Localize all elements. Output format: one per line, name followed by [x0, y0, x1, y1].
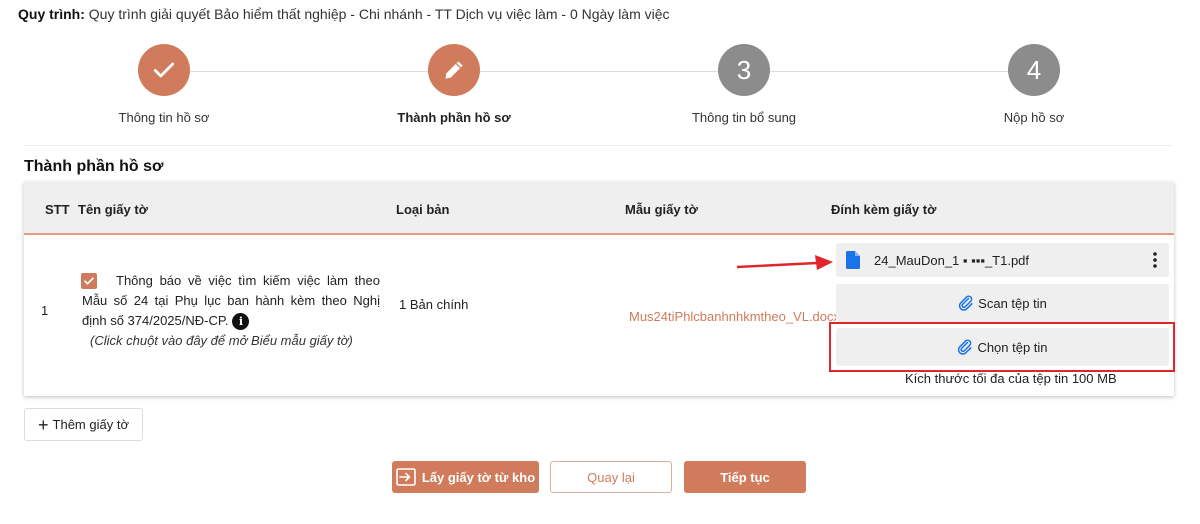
check-icon — [138, 44, 190, 96]
process-label: Quy trình: — [18, 6, 85, 22]
col-stt: STT — [45, 202, 70, 217]
annotation-arrow-icon — [736, 255, 833, 270]
next-label: Tiếp tục — [720, 469, 770, 485]
col-name: Tên giấy tờ — [78, 202, 148, 217]
divider — [24, 145, 1172, 146]
back-button[interactable]: Quay lại — [550, 461, 672, 493]
step-thanh-phan-ho-so[interactable]: Thành phần hồ sơ — [354, 44, 554, 125]
document-name[interactable]: Thông báo về việc tìm kiếm việc làm theo… — [82, 271, 380, 331]
process-value: Quy trình giải quyết Bảo hiểm thất nghiệ… — [88, 6, 670, 22]
more-vertical-icon[interactable] — [1153, 252, 1157, 271]
get-from-store-button[interactable]: Lấy giấy tờ từ kho — [392, 461, 539, 493]
table-header: STT Tên giấy tờ Loại bản Mẫu giấy tờ Đín… — [24, 182, 1174, 235]
plus-icon: + — [38, 414, 49, 435]
add-document-label: Thêm giấy tờ — [52, 417, 129, 432]
add-document-button[interactable]: + Thêm giấy tờ — [24, 408, 143, 441]
stepper: Thông tin hồ sơ Thành phần hồ sơ 3 Thông… — [24, 44, 1172, 144]
col-template: Mẫu giấy tờ — [625, 202, 698, 217]
step-number: 4 — [1008, 44, 1060, 96]
scan-file-label: Scan tệp tin — [978, 295, 1047, 311]
choose-file-highlight — [829, 322, 1175, 372]
attached-file[interactable]: 24_MauDon_1 ▪ ▪▪▪_T1.pdf — [836, 243, 1169, 277]
file-size-limit: Kích thước tối đa của tệp tin 100 MB — [905, 371, 1117, 386]
back-label: Quay lại — [587, 469, 635, 485]
pencil-icon — [428, 44, 480, 96]
step-label: Thành phần hồ sơ — [397, 110, 511, 125]
template-file-link[interactable]: Mus24tiPhlcbanhnhkmtheo_VL.docx — [629, 309, 840, 324]
process-line: Quy trình: Quy trình giải quyết Bảo hiểm… — [18, 6, 670, 22]
import-icon — [396, 468, 416, 486]
step-label: Nộp hồ sơ — [1003, 110, 1065, 125]
col-type: Loại bản — [396, 202, 450, 217]
row-stt: 1 — [41, 303, 49, 318]
col-attach: Đính kèm giấy tờ — [831, 202, 937, 217]
step-thong-tin-bo-sung[interactable]: 3 Thông tin bổ sung — [644, 44, 844, 125]
step-label: Thông tin hồ sơ — [118, 110, 210, 125]
get-from-store-label: Lấy giấy tờ từ kho — [421, 469, 536, 485]
open-template-hint[interactable]: (Click chuột vào đây để mở Biểu mẫu giấy… — [90, 333, 353, 348]
step-number: 3 — [718, 44, 770, 96]
document-name-text: Thông báo về việc tìm kiếm việc làm theo… — [82, 273, 380, 328]
step-label: Thông tin bổ sung — [691, 110, 797, 125]
section-title: Thành phần hồ sơ — [24, 158, 164, 175]
scan-file-button[interactable]: Scan tệp tin — [836, 284, 1169, 322]
info-icon[interactable]: i — [232, 313, 250, 331]
file-icon — [846, 251, 860, 272]
copy-type: 1 Bản chính — [399, 297, 469, 312]
step-thong-tin-ho-so[interactable]: Thông tin hồ sơ — [64, 44, 264, 125]
attached-file-name: 24_MauDon_1 ▪ ▪▪▪_T1.pdf — [874, 253, 1030, 268]
next-button[interactable]: Tiếp tục — [684, 461, 806, 493]
step-nop-ho-so[interactable]: 4 Nộp hồ sơ — [934, 44, 1134, 125]
paperclip-icon — [958, 295, 973, 311]
